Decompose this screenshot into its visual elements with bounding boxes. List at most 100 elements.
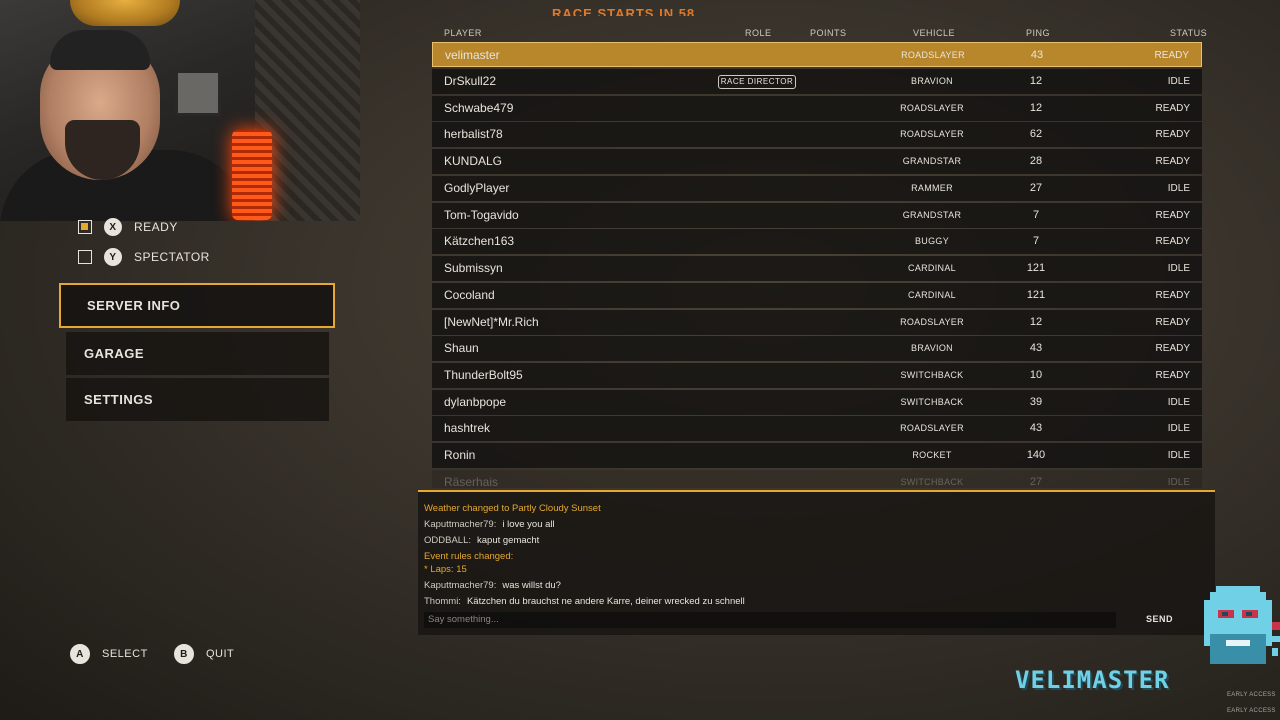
- player-name: Cocoland: [444, 288, 495, 302]
- table-row[interactable]: Shaun BRAVION 43 READY: [432, 336, 1202, 361]
- select-hint[interactable]: A SELECT: [70, 644, 148, 664]
- player-status: READY: [1155, 156, 1190, 167]
- player-name: velimaster: [445, 48, 500, 62]
- chat-text: i love you all: [502, 519, 555, 530]
- header-vehicle: VEHICLE: [913, 28, 956, 38]
- wall-frame: [175, 70, 221, 116]
- player-vehicle: SWITCHBACK: [900, 397, 964, 407]
- player-status: IDLE: [1167, 183, 1190, 194]
- player-vehicle: BRAVION: [911, 343, 953, 353]
- player-name: hashtrek: [444, 421, 491, 435]
- ready-label: READY: [134, 220, 178, 234]
- table-row[interactable]: [NewNet]*Mr.Rich ROADSLAYER 12 READY: [432, 310, 1202, 335]
- player-status: READY: [1155, 103, 1190, 114]
- player-vehicle: RAMMER: [911, 183, 953, 193]
- player-status: READY: [1155, 210, 1190, 221]
- player-ping: 12: [1029, 75, 1043, 87]
- player-vehicle: BRAVION: [911, 76, 953, 86]
- player-status: IDLE: [1167, 423, 1190, 434]
- table-row[interactable]: DrSkull22 RACE DIRECTOR BRAVION 12 IDLE: [432, 69, 1202, 94]
- chat-system-message: * Laps: 15: [424, 564, 467, 575]
- menu-settings[interactable]: SETTINGS: [66, 378, 329, 421]
- player-ping: 43: [1029, 422, 1043, 434]
- player-name: Shaun: [444, 341, 479, 355]
- menu-label: GARAGE: [84, 346, 145, 361]
- player-ping: 7: [1032, 235, 1040, 247]
- table-row[interactable]: ThunderBolt95 SWITCHBACK 10 READY: [432, 363, 1202, 388]
- player-status: IDLE: [1167, 76, 1190, 87]
- player-vehicle: SWITCHBACK: [900, 370, 964, 380]
- player-ping: 7: [1032, 209, 1040, 221]
- player-list: velimaster ROADSLAYER 43 READY DrSkull22…: [432, 42, 1202, 488]
- early-access-badge: EARLY ACCESS: [1227, 692, 1276, 698]
- player-vehicle: ROADSLAYER: [900, 129, 964, 139]
- player-status: IDLE: [1167, 397, 1190, 408]
- player-ping: 27: [1029, 182, 1043, 194]
- chat-text: was willst du?: [502, 580, 561, 591]
- ready-toggle[interactable]: X READY: [78, 216, 178, 238]
- header-player: PLAYER: [444, 28, 482, 38]
- player-status: READY: [1154, 50, 1189, 61]
- header-points: POINTS: [810, 28, 847, 38]
- menu-server-info[interactable]: SERVER INFO: [59, 283, 335, 328]
- spectator-toggle[interactable]: Y SPECTATOR: [78, 246, 210, 268]
- player-vehicle: CARDINAL: [908, 290, 956, 300]
- player-ping: 12: [1029, 316, 1043, 328]
- role-badge: RACE DIRECTOR: [718, 75, 796, 89]
- table-row[interactable]: KUNDALG GRANDSTAR 28 READY: [432, 149, 1202, 174]
- streamer-cap: [50, 30, 150, 70]
- chat-text: kaput gemacht: [477, 535, 540, 546]
- ready-checkbox[interactable]: [78, 220, 92, 234]
- player-vehicle: CARDINAL: [908, 263, 956, 273]
- chat-text: * Laps: 15: [424, 564, 467, 575]
- player-status: READY: [1155, 370, 1190, 381]
- table-row[interactable]: Cocoland CARDINAL 121 READY: [432, 283, 1202, 308]
- player-name: Schwabe479: [444, 101, 514, 115]
- player-name: GodlyPlayer: [444, 181, 510, 195]
- chat-text: Kätzchen du brauchst ne andere Karre, de…: [466, 596, 745, 607]
- chat-message: Thommi: Kätzchen du brauchst ne andere Ka…: [424, 596, 745, 607]
- player-ping: 43: [1029, 342, 1043, 354]
- table-row[interactable]: Tom-Togavido GRANDSTAR 7 READY: [432, 203, 1202, 228]
- player-status: READY: [1155, 129, 1190, 140]
- x-button-icon: X: [104, 218, 122, 236]
- player-status: READY: [1155, 290, 1190, 301]
- table-row[interactable]: Submissyn CARDINAL 121 IDLE: [432, 256, 1202, 281]
- table-row[interactable]: Kätzchen163 BUGGY 7 READY: [432, 229, 1202, 254]
- player-name: dylanbpope: [444, 395, 507, 409]
- player-name: KUNDALG: [444, 154, 503, 168]
- player-name: Submissyn: [444, 261, 503, 275]
- player-vehicle: ROADSLAYER: [900, 423, 964, 433]
- streamer-logo-text: VELIMASTER: [1015, 666, 1170, 694]
- chat-author: Thommi:: [424, 596, 461, 607]
- player-ping: 121: [1026, 289, 1046, 301]
- player-ping: 27: [1029, 476, 1043, 488]
- table-row[interactable]: velimaster ROADSLAYER 43 READY: [432, 42, 1202, 67]
- player-name: herbalist78: [444, 127, 503, 141]
- player-ping: 140: [1026, 449, 1046, 461]
- table-row[interactable]: herbalist78 ROADSLAYER 62 READY: [432, 122, 1202, 147]
- table-row[interactable]: Ronin ROCKET 140 IDLE: [432, 443, 1202, 468]
- send-button[interactable]: SEND: [1146, 614, 1173, 624]
- header-role: ROLE: [745, 28, 772, 38]
- table-row[interactable]: dylanbpope SWITCHBACK 39 IDLE: [432, 390, 1202, 415]
- select-label: SELECT: [102, 648, 148, 660]
- player-ping: 43: [1030, 49, 1044, 61]
- table-row[interactable]: GodlyPlayer RAMMER 27 IDLE: [432, 176, 1202, 201]
- chat-system-message: Event rules changed:: [424, 551, 513, 562]
- chat-input[interactable]: Say something...: [424, 612, 1116, 628]
- chat-message: Kaputtmacher79: i love you all: [424, 519, 555, 530]
- player-ping: 39: [1029, 396, 1043, 408]
- early-access-badge: EARLY ACCESS: [1227, 708, 1276, 714]
- table-row[interactable]: Räserhais SWITCHBACK 27 IDLE: [432, 470, 1202, 488]
- spectator-checkbox[interactable]: [78, 250, 92, 264]
- header-ping: PING: [1026, 28, 1051, 38]
- player-status: READY: [1155, 317, 1190, 328]
- menu-label: SETTINGS: [84, 392, 154, 407]
- menu-garage[interactable]: GARAGE: [66, 332, 329, 375]
- table-row[interactable]: hashtrek ROADSLAYER 43 IDLE: [432, 416, 1202, 441]
- player-vehicle: GRANDSTAR: [902, 156, 962, 166]
- quit-hint[interactable]: B QUIT: [174, 644, 234, 664]
- player-vehicle: ROADSLAYER: [900, 103, 964, 113]
- table-row[interactable]: Schwabe479 ROADSLAYER 12 READY: [432, 96, 1202, 121]
